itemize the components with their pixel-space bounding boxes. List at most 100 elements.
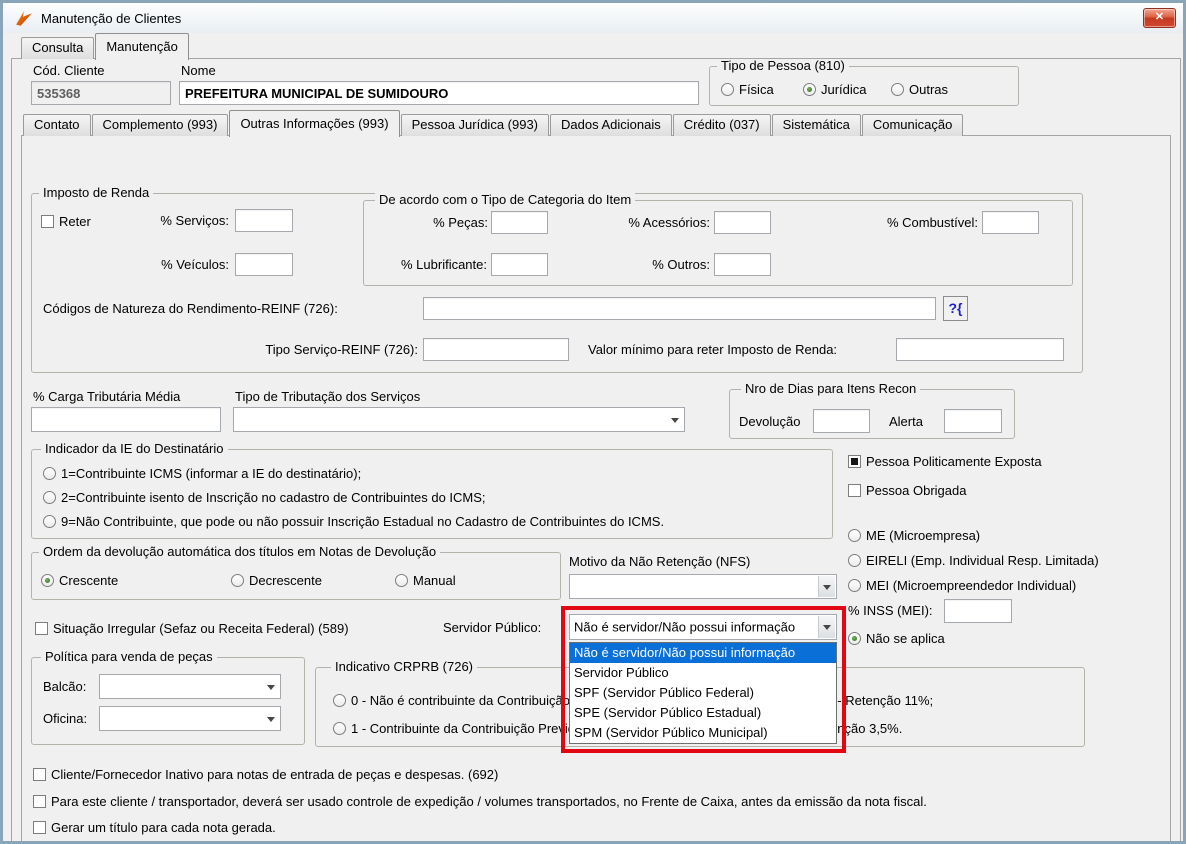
dropdown-item-nao-servidor[interactable]: Não é servidor/Não possui informação (570, 643, 836, 663)
crprb-legend: Indicativo CRPRB (726) (331, 660, 477, 674)
checkbox-pessoa-politicamente-exposta[interactable]: Pessoa Politicamente Exposta (848, 453, 1042, 469)
nro-dias-legend: Nro de Dias para Itens Recon (741, 382, 921, 396)
nome-field[interactable] (179, 81, 699, 105)
close-icon: ✕ (1154, 11, 1165, 23)
politica-pecas-legend: Política para venda de peças (41, 650, 217, 664)
radio-me-label: ME (Microempresa) (866, 527, 981, 543)
radio-decrescente[interactable]: Decrescente (231, 572, 322, 588)
tab-manutencao[interactable]: Manutenção (95, 33, 189, 60)
window-title: Manutenção de Clientes (41, 11, 182, 26)
cliente-inativo-label: Cliente/Fornecedor Inativo para notas de… (51, 766, 499, 782)
close-button[interactable]: ✕ (1143, 8, 1176, 28)
checkbox-box (33, 794, 46, 808)
alerta-label: Alerta (889, 414, 923, 429)
nome-label: Nome (181, 63, 216, 78)
radio-ie-nao-contribuinte-label: 9=Não Contribuinte, que pode ou não poss… (61, 513, 665, 529)
checkbox-reter[interactable]: Reter (41, 213, 91, 229)
radio-outras[interactable]: Outras (891, 81, 948, 97)
radio-ie-contribuinte-label: 1=Contribuinte ICMS (informar a IE do de… (61, 465, 362, 481)
outros-label: % Outros: (652, 257, 710, 272)
acessorios-field[interactable] (714, 211, 771, 234)
tipo-servico-reinf-field[interactable] (423, 338, 569, 361)
checkbox-pessoa-obrigada[interactable]: Pessoa Obrigada (848, 482, 966, 498)
veiculos-field[interactable] (235, 253, 293, 276)
pecas-field[interactable] (491, 211, 548, 234)
chevron-down-icon (818, 576, 835, 597)
cod-cliente-field[interactable] (31, 81, 171, 105)
radio-manual[interactable]: Manual (395, 572, 456, 588)
oficina-select[interactable] (99, 706, 281, 731)
outros-field[interactable] (714, 253, 771, 276)
servidor-publico-select[interactable]: Não é servidor/Não possui informação (569, 614, 837, 640)
tab-consulta[interactable]: Consulta (21, 37, 95, 59)
servicos-label: % Serviços: (160, 213, 229, 228)
checkbox-situacao-irregular[interactable]: Situação Irregular (Sefaz ou Receita Fed… (35, 620, 349, 636)
inss-mei-label: % INSS (MEI): (848, 603, 933, 618)
radio-dot (395, 573, 408, 587)
inss-mei-field[interactable] (944, 599, 1012, 623)
tab-dados-adicionais[interactable]: Dados Adicionais (550, 114, 672, 136)
dropdown-item-servidor-publico[interactable]: Servidor Público (570, 663, 836, 683)
carga-tributaria-label: % Carga Tributária Média (33, 389, 181, 404)
tab-outras-informacoes[interactable]: Outras Informações (993) (229, 110, 400, 137)
app-icon (16, 11, 32, 26)
ordem-devolucao-legend: Ordem da devolução automática dos título… (39, 545, 441, 559)
dropdown-item-spe[interactable]: SPE (Servidor Público Estadual) (570, 703, 836, 723)
radio-juridica[interactable]: Jurídica (803, 81, 867, 97)
radio-dot (891, 82, 904, 96)
tab-complemento[interactable]: Complemento (993) (91, 114, 229, 136)
radio-ie-contribuinte[interactable]: 1=Contribuinte ICMS (informar a IE do de… (43, 465, 361, 481)
chevron-down-icon (262, 708, 279, 729)
radio-me[interactable]: ME (Microempresa) (848, 527, 980, 543)
combustivel-field[interactable] (982, 211, 1039, 234)
radio-ie-isento[interactable]: 2=Contribuinte isento de Inscrição no ca… (43, 489, 486, 505)
tab-comunicacao[interactable]: Comunicação (861, 114, 964, 136)
chevron-down-icon (262, 676, 279, 697)
checkbox-box (33, 820, 46, 834)
dropdown-item-spf[interactable]: SPF (Servidor Público Federal) (570, 683, 836, 703)
checkbox-box (848, 483, 861, 497)
lubrificante-field[interactable] (491, 253, 548, 276)
radio-nao-se-aplica[interactable]: Não se aplica (848, 630, 945, 646)
radio-dot (848, 631, 861, 645)
radio-eireli[interactable]: EIRELI (Emp. Individual Resp. Limitada) (848, 552, 1099, 568)
tributacao-servicos-select[interactable] (233, 407, 685, 432)
tab-credito[interactable]: Crédito (037) (672, 114, 771, 136)
radio-dot (43, 514, 56, 528)
oficina-label: Oficina: (43, 711, 88, 726)
servidor-publico-value: Não é servidor/Não possui informação (574, 619, 796, 635)
sub-tab-strip: Contato Complemento (993) Outras Informa… (23, 109, 964, 137)
valor-minimo-field[interactable] (896, 338, 1064, 361)
tab-pessoa-juridica[interactable]: Pessoa Jurídica (993) (400, 114, 550, 136)
servicos-field[interactable] (235, 209, 293, 232)
imposto-renda-legend: Imposto de Renda (39, 186, 154, 200)
checkbox-box (41, 214, 54, 228)
radio-fisica-label: Física (739, 81, 774, 97)
radio-manual-label: Manual (413, 572, 456, 588)
tributacao-servicos-label: Tipo de Tributação dos Serviços (235, 389, 421, 404)
tab-sistematica[interactable]: Sistemática (771, 114, 861, 136)
checkbox-controle-expedicao[interactable]: Para este cliente / transportador, dever… (33, 793, 927, 809)
motivo-nao-retencao-select[interactable] (569, 574, 837, 599)
radio-dot (803, 82, 816, 96)
radio-crescente-label: Crescente (59, 572, 119, 588)
radio-mei[interactable]: MEI (Microempreendedor Individual) (848, 577, 1076, 593)
tab-contato[interactable]: Contato (23, 114, 91, 136)
carga-tributaria-field[interactable] (31, 407, 221, 432)
checkbox-cliente-inativo[interactable]: Cliente/Fornecedor Inativo para notas de… (33, 766, 498, 782)
ppe-label: Pessoa Politicamente Exposta (866, 453, 1042, 469)
tipo-servico-reinf-label: Tipo Serviço-REINF (726): (265, 342, 418, 357)
valor-minimo-label: Valor mínimo para reter Imposto de Renda… (588, 342, 838, 357)
dropdown-item-spm[interactable]: SPM (Servidor Público Municipal) (570, 723, 836, 743)
devolucao-field[interactable] (813, 409, 870, 433)
balcao-select[interactable] (99, 674, 281, 699)
radio-dot (231, 573, 244, 587)
radio-ie-nao-contribuinte[interactable]: 9=Não Contribuinte, que pode ou não poss… (43, 513, 664, 529)
radio-crescente[interactable]: Crescente (41, 572, 118, 588)
radio-fisica[interactable]: Física (721, 81, 774, 97)
reinf-help-button[interactable]: ?{ (943, 296, 968, 321)
checkbox-reter-label: Reter (59, 213, 91, 229)
checkbox-gerar-titulo[interactable]: Gerar um título para cada nota gerada. (33, 819, 276, 835)
alerta-field[interactable] (944, 409, 1002, 433)
reinf-codigos-field[interactable] (423, 297, 936, 320)
